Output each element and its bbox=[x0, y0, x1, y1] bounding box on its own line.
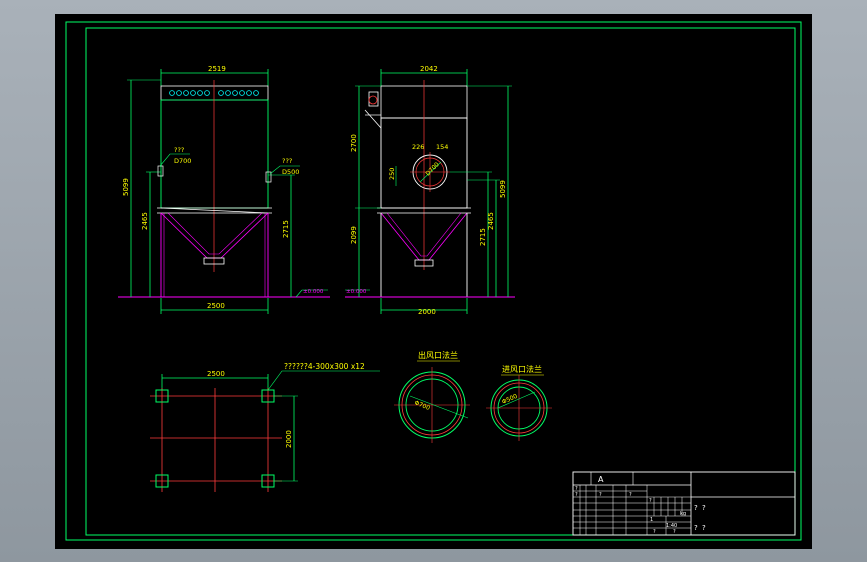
plan-depth: 2000 bbox=[285, 430, 293, 448]
title-q2: ? bbox=[649, 498, 652, 504]
title-seal2: ? bbox=[702, 504, 706, 512]
side-ground-label: ±0.000 bbox=[346, 289, 367, 295]
side-height-inlet: 2465 bbox=[487, 212, 495, 230]
front-width-bottom: 2500 bbox=[207, 302, 225, 310]
title-rev: A bbox=[598, 475, 604, 484]
title-kg: kg bbox=[680, 511, 686, 517]
front-outlet-label: ??? bbox=[282, 157, 292, 165]
paper-sheet bbox=[55, 14, 812, 549]
side-height-total: 5099 bbox=[499, 180, 507, 198]
side-height-left: 2099 bbox=[350, 226, 358, 244]
anchor-label: ??????4-300x300 x12 bbox=[284, 362, 365, 371]
flange-outlet-title: 进风口法兰 bbox=[502, 364, 542, 374]
side-height-leg: 2715 bbox=[479, 228, 487, 246]
front-height-leg: 2715 bbox=[282, 220, 290, 238]
side-dim-a: 226 bbox=[412, 143, 424, 151]
side-width-top: 2042 bbox=[420, 65, 438, 73]
title-seal1: ? bbox=[694, 504, 698, 512]
cad-drawing: 2519 2500 5099 2465 2715 ??? D700 ??? D5… bbox=[55, 14, 812, 549]
title-r2: ? bbox=[575, 492, 578, 498]
front-outlet-size: D500 bbox=[282, 168, 299, 176]
side-dim-c: 250 bbox=[388, 168, 396, 180]
front-width-top: 2519 bbox=[208, 65, 226, 73]
front-ground-label: ±0.000 bbox=[303, 289, 324, 295]
front-inlet-label: ??? bbox=[174, 146, 184, 154]
flange-inlet-title: 出风口法兰 bbox=[418, 350, 458, 360]
front-height-total: 5099 bbox=[122, 178, 130, 196]
side-width-bottom: 2000 bbox=[418, 308, 436, 316]
drawing-viewport: 2519 2500 5099 2465 2715 ??? D700 ??? D5… bbox=[0, 0, 867, 562]
front-inlet-size: D700 bbox=[174, 157, 191, 165]
title-seal4: ? bbox=[702, 524, 706, 532]
title-q3: ? bbox=[653, 529, 656, 535]
side-height-top: 2700 bbox=[350, 134, 358, 152]
front-height-inlet: 2465 bbox=[141, 212, 149, 230]
title-q4: ? bbox=[673, 529, 676, 535]
side-dim-b: 154 bbox=[436, 143, 448, 151]
title-q1: ? bbox=[629, 492, 632, 498]
title-r3: ? bbox=[599, 492, 602, 498]
plan-width: 2500 bbox=[207, 370, 225, 378]
title-count: 1 bbox=[650, 517, 653, 523]
title-seal3: ? bbox=[694, 524, 698, 532]
